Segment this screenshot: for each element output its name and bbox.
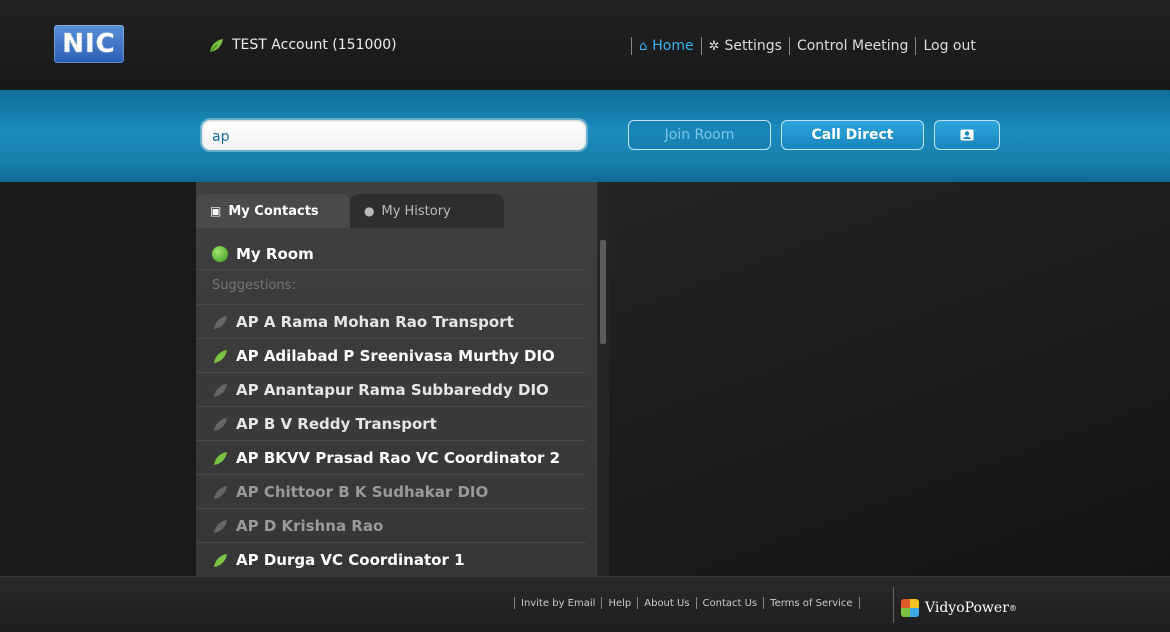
contact-name: AP BKVV Prasad Rao VC Coordinator 2 <box>236 448 561 467</box>
footer-divider <box>893 587 894 623</box>
my-room-label: My Room <box>236 244 314 263</box>
contact-name: AP Adilabad P Sreenivasa Murthy DIO <box>236 346 555 365</box>
nav-control-meeting-label: Control Meeting <box>796 38 909 54</box>
my-room-item[interactable]: My Room <box>196 238 586 270</box>
nav-logout[interactable]: Log out <box>923 38 975 54</box>
presence-leaf-icon <box>212 314 228 330</box>
contact-name: AP Anantapur Rama Subbareddy DIO <box>236 380 549 399</box>
footer-link[interactable]: Invite by Email <box>521 598 595 609</box>
nav-settings[interactable]: ✲ Settings <box>709 38 782 54</box>
contact-card-icon <box>960 129 974 141</box>
add-contact-button[interactable] <box>934 120 1000 150</box>
nav-home[interactable]: ⌂ Home <box>639 38 694 54</box>
suggestions-heading: Suggestions: <box>212 278 296 293</box>
contact-name: AP A Rama Mohan Rao Transport <box>236 312 514 331</box>
footer: Invite by Email Help About Us Contact Us Ter… <box>0 576 1170 632</box>
search-band: Join Room Call Direct <box>0 90 1170 182</box>
detail-area <box>609 182 1170 576</box>
footer-separator <box>601 597 603 609</box>
nav-home-label: Home <box>652 38 694 54</box>
nav-separator <box>631 37 632 55</box>
brand-name: VidyoPower <box>925 600 1009 616</box>
contact-list-item[interactable]: AP D Krishna Rao <box>196 508 586 542</box>
footer-link[interactable]: Help <box>608 598 631 609</box>
nav-separator <box>788 37 790 55</box>
nic-logo[interactable]: NIC <box>54 25 124 63</box>
footer-links: Invite by Email Help About Us Contact Us Ter… <box>508 597 866 609</box>
history-icon: ● <box>364 204 375 218</box>
tab-my-contacts-label: My Contacts <box>228 203 319 219</box>
call-direct-button[interactable]: Call Direct <box>781 120 924 150</box>
contact-list-item[interactable]: AP A Rama Mohan Rao Transport <box>196 304 586 338</box>
account-name: TEST Account (151000) <box>232 37 397 53</box>
contact-list-item[interactable]: AP B V Reddy Transport <box>196 406 586 440</box>
scrollbar-thumb[interactable] <box>600 240 606 344</box>
presence-leaf-icon <box>212 518 228 534</box>
footer-separator <box>637 597 639 609</box>
footer-link[interactable]: About Us <box>644 598 689 609</box>
contact-list-item[interactable]: AP Anantapur Rama Subbareddy DIO <box>196 372 586 406</box>
presence-leaf-icon <box>212 450 228 466</box>
vidyo-logo-icon <box>901 599 919 617</box>
vidyo-brand: VidyoPower ® <box>901 599 1017 617</box>
room-icon <box>212 245 228 262</box>
presence-leaf-icon <box>212 348 228 364</box>
contact-name: AP Durga VC Coordinator 1 <box>236 550 465 569</box>
presence-leaf-icon <box>208 37 224 53</box>
contacts-scrollbar[interactable] <box>596 182 609 576</box>
footer-separator <box>763 597 765 609</box>
nav-logout-label: Log out <box>923 38 976 54</box>
tab-my-history[interactable]: ● My History <box>350 194 504 228</box>
contact-name: AP Chittoor B K Sudhakar DIO <box>236 482 489 501</box>
home-icon: ⌂ <box>639 38 648 54</box>
tab-my-history-label: My History <box>381 203 451 219</box>
nav-separator <box>700 37 702 55</box>
panel-tabs: ▣ My Contacts ● My History <box>196 194 596 228</box>
contact-list: AP A Rama Mohan Rao Transport AP Adilabad… <box>196 304 586 576</box>
gear-icon: ✲ <box>708 38 720 54</box>
contact-name: AP D Krishna Rao <box>236 516 384 535</box>
nav-settings-label: Settings <box>724 38 782 54</box>
tab-my-contacts[interactable]: ▣ My Contacts <box>196 194 350 228</box>
contacts-panel: ▣ My Contacts ● My History My Room Sugge… <box>196 182 596 576</box>
contact-list-item[interactable]: AP BKVV Prasad Rao VC Coordinator 2 <box>196 440 586 474</box>
account-label: TEST Account (151000) <box>208 37 397 53</box>
brand-registered-mark: ® <box>1008 603 1017 613</box>
join-room-button[interactable]: Join Room <box>628 120 771 150</box>
contact-list-item[interactable]: AP Durga VC Coordinator 1 <box>196 542 586 576</box>
footer-separator <box>695 597 697 609</box>
contact-name: AP B V Reddy Transport <box>236 414 437 433</box>
contact-list-item[interactable]: AP Adilabad P Sreenivasa Murthy DIO <box>196 338 586 372</box>
presence-leaf-icon <box>212 382 228 398</box>
presence-leaf-icon <box>212 552 228 568</box>
footer-separator <box>858 597 860 609</box>
contact-list-item[interactable]: AP Chittoor B K Sudhakar DIO <box>196 474 586 508</box>
presence-leaf-icon <box>212 416 228 432</box>
top-header: NIC TEST Account (151000) ⌂ Home ✲ Setti… <box>0 0 1170 92</box>
presence-leaf-icon <box>212 484 228 500</box>
footer-link[interactable]: Terms of Service <box>770 598 852 609</box>
nav-separator <box>915 37 917 55</box>
top-nav: ⌂ Home ✲ Settings Control Meeting Log ou… <box>624 37 976 55</box>
footer-link[interactable]: Contact Us <box>703 598 758 609</box>
nav-control-meeting[interactable]: Control Meeting <box>797 38 909 54</box>
contacts-icon: ▣ <box>210 204 222 218</box>
search-input[interactable] <box>202 120 586 150</box>
logo-text: NIC <box>62 29 116 59</box>
footer-separator <box>514 597 515 609</box>
